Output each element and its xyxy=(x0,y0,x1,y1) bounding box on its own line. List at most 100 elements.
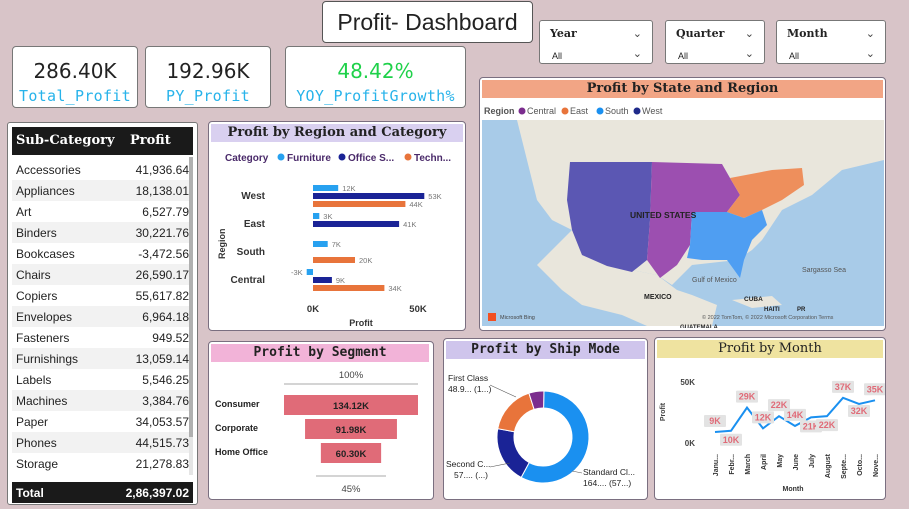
chevron-down-icon[interactable]: ⌄ xyxy=(745,47,754,60)
legend-label[interactable]: East xyxy=(570,106,589,116)
funnel-category-label: Corporate xyxy=(215,423,258,433)
data-label: 3K xyxy=(323,212,332,221)
bar[interactable] xyxy=(306,269,313,275)
x-tick-label: Septe... xyxy=(841,454,848,479)
subcategory-cell: Furnishings xyxy=(16,352,79,366)
bar[interactable] xyxy=(313,257,355,263)
state-region-map-visual[interactable]: Profit by State and Region Region Central… xyxy=(479,77,886,331)
kpi-value: 286.40K xyxy=(33,59,117,83)
ship-mode-visual[interactable]: Profit by Ship Mode First Class 48.9... (… xyxy=(443,338,648,500)
legend-label[interactable]: West xyxy=(642,106,663,116)
legend-title: Region xyxy=(484,106,515,116)
table-row[interactable]: Machines 3,384.76 xyxy=(12,390,193,411)
table-row[interactable]: Accessories 41,936.64 xyxy=(12,159,193,180)
x-tick-label: Febr... xyxy=(729,454,736,475)
map-place-label: PR xyxy=(797,307,806,313)
y-axis-label: Profit xyxy=(660,402,667,421)
legend-label[interactable]: Central xyxy=(527,106,556,116)
table-scrollbar-thumb[interactable] xyxy=(189,157,193,437)
x-tick-label: March xyxy=(745,454,752,475)
bar[interactable] xyxy=(313,221,400,227)
map-title: Profit by State and Region xyxy=(482,80,883,98)
profit-cell: 3,384.76 xyxy=(142,394,189,408)
region-category-visual[interactable]: Profit by Region and Category Category Fu… xyxy=(208,121,466,331)
category-label: Central xyxy=(231,275,266,286)
month-slicer-label: Month xyxy=(787,27,828,40)
axis-label-region: Region xyxy=(217,229,227,260)
bar[interactable] xyxy=(313,213,320,219)
month-slicer[interactable]: Month ⌄ All ⌄ xyxy=(776,20,886,64)
legend-marker xyxy=(518,107,526,115)
segment-visual[interactable]: Profit by Segment 100% Consumer 134.12K Cor… xyxy=(208,341,434,500)
profit-cell: 21,278.83 xyxy=(135,457,189,471)
x-tick-label: Nove... xyxy=(873,454,880,477)
legend-marker xyxy=(596,107,604,115)
chevron-down-icon[interactable]: ⌄ xyxy=(866,47,875,60)
chevron-down-icon: ⌄ xyxy=(865,28,875,40)
segment-funnel-chart[interactable]: 100% Consumer 134.12K Corporate 91.98K Home O… xyxy=(209,364,433,499)
table-header-profit[interactable]: Profit xyxy=(130,133,171,148)
table-row[interactable]: Copiers 55,617.82 xyxy=(12,285,193,306)
bar[interactable] xyxy=(313,201,406,207)
kpi-value: 192.96K xyxy=(166,59,250,83)
legend-label[interactable]: South xyxy=(605,106,629,116)
table-row[interactable]: Appliances 18,138.01 xyxy=(12,180,193,201)
table-row[interactable]: Storage 21,278.83 xyxy=(12,453,193,474)
data-label: 10K xyxy=(723,435,740,445)
quarter-slicer[interactable]: Quarter ⌄ All ⌄ xyxy=(665,20,765,64)
bar[interactable] xyxy=(313,285,385,291)
kpi-label: Total_Profit xyxy=(19,87,131,105)
data-label: 37K xyxy=(835,382,852,392)
table-header-subcategory[interactable]: Sub-Category xyxy=(16,133,115,148)
month-line-chart[interactable]: 50K 0K Profit 9K Janu... 10K Febr... 29K March 12… xyxy=(655,360,885,499)
data-label: 9K xyxy=(336,276,345,285)
map-place-label: Gulf of Mexico xyxy=(692,277,737,284)
profit-cell: 5,546.25 xyxy=(142,373,189,387)
donut-slice[interactable] xyxy=(497,392,535,433)
x-axis-label: Month xyxy=(783,486,804,493)
map-attribution[interactable]: © 2022 TomTom, © 2022 Microsoft Corporat… xyxy=(702,314,834,321)
donut-slice[interactable] xyxy=(496,428,530,479)
subcategory-table[interactable]: Sub-Category Profit Accessories 41,936.64… xyxy=(7,122,198,505)
profit-cell: 44,515.73 xyxy=(135,436,189,450)
map-canvas[interactable]: Region Central East South West UNITED STATES S… xyxy=(482,100,884,328)
table-row[interactable]: Chairs 26,590.17 xyxy=(12,264,193,285)
bar[interactable] xyxy=(313,193,425,199)
table-row[interactable]: Bookcases -3,472.56 xyxy=(12,243,193,264)
bar[interactable] xyxy=(313,241,328,247)
region-category-chart[interactable]: Category Furniture Office S... Techn... Regi… xyxy=(209,144,465,330)
table-row[interactable]: Labels 5,546.25 xyxy=(12,369,193,390)
data-label: 12K xyxy=(755,412,772,422)
profit-cell: 34,053.57 xyxy=(135,415,189,429)
table-row[interactable]: Furnishings 13,059.14 xyxy=(12,348,193,369)
month-slicer-value[interactable]: All xyxy=(789,51,799,61)
subcategory-cell: Art xyxy=(16,205,32,219)
table-row[interactable]: Fasteners 949.52 xyxy=(12,327,193,348)
x-tick-label: May xyxy=(777,454,784,468)
table-row[interactable]: Envelopes 6,964.18 xyxy=(12,306,193,327)
table-row[interactable]: Art 6,527.79 xyxy=(12,201,193,222)
quarter-slicer-value[interactable]: All xyxy=(678,51,688,61)
year-slicer[interactable]: Year ⌄ All ⌄ xyxy=(539,20,653,64)
subcategory-cell: Paper xyxy=(16,415,49,429)
year-slicer-value[interactable]: All xyxy=(552,51,562,61)
slice-label: 164.... (57...) xyxy=(583,478,631,488)
funnel-data-label: 60.30K xyxy=(336,449,367,460)
x-axis-label: Profit xyxy=(349,318,373,328)
legend-label[interactable]: Techn... xyxy=(414,153,451,164)
bar[interactable] xyxy=(313,277,332,283)
legend-label[interactable]: Furniture xyxy=(287,153,331,164)
bar[interactable] xyxy=(313,185,339,191)
table-row[interactable]: Binders 30,221.76 xyxy=(12,222,193,243)
legend-label[interactable]: Office S... xyxy=(348,153,394,164)
table-row[interactable]: Paper 34,053.57 xyxy=(12,411,193,432)
subcategory-cell: Appliances xyxy=(16,184,75,198)
legend-marker xyxy=(561,107,569,115)
month-visual[interactable]: Profit by Month 50K 0K Profit 9K Janu... 10K F… xyxy=(654,337,886,500)
kpi-py-profit: 192.96K PY_Profit xyxy=(145,46,271,108)
ship-mode-donut-chart[interactable]: First Class48.9... (1...) Second C...57..… xyxy=(444,361,647,499)
table-row[interactable]: Phones 44,515.73 xyxy=(12,432,193,453)
profit-cell: 18,138.01 xyxy=(135,184,189,198)
chevron-down-icon[interactable]: ⌄ xyxy=(633,47,642,60)
legend-marker xyxy=(338,153,346,161)
